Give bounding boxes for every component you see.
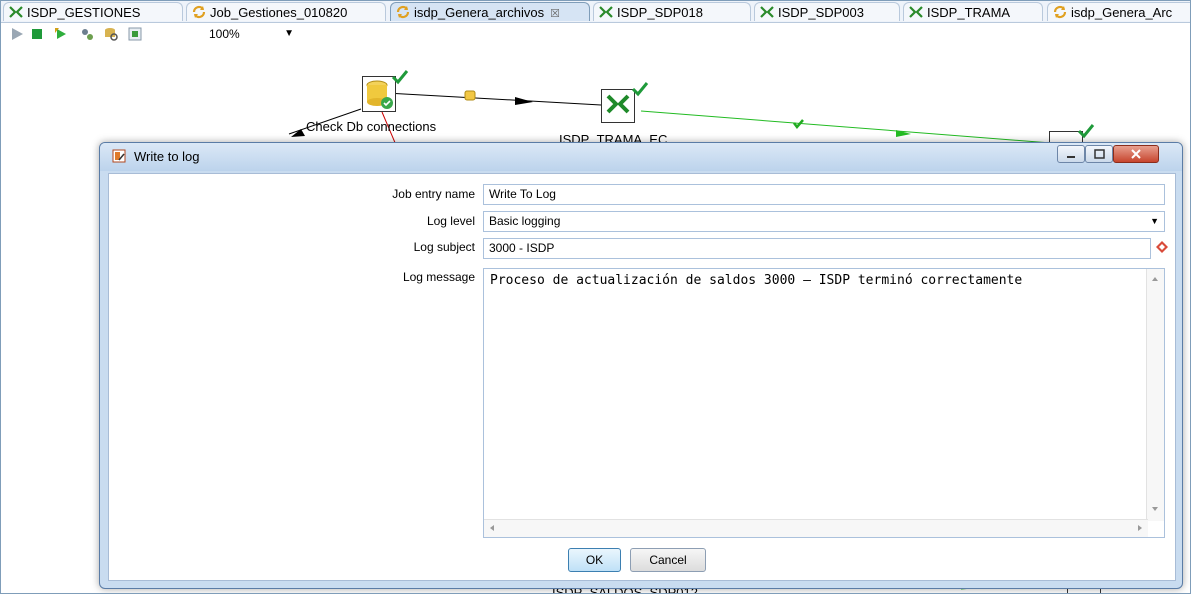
log-subject-label: Log subject [413, 240, 475, 254]
transformation-icon [760, 6, 774, 18]
tab-isdp-sdp003[interactable]: ISDP_SDP003 [754, 2, 900, 21]
log-message-text: Proceso de actualización de saldos 3000 … [490, 273, 1023, 288]
log-level-select[interactable]: Basic logging ▼ [483, 211, 1165, 232]
isdp-trama-node[interactable] [601, 89, 635, 123]
tab-label: ISDP_SDP003 [778, 5, 864, 20]
explore-db-icon[interactable] [103, 26, 119, 42]
run-icon[interactable] [9, 26, 25, 42]
log-message-label: Log message [402, 270, 475, 284]
dialog-body: Job entry name Write To Log Log level Ba… [108, 173, 1176, 581]
cancel-button[interactable]: Cancel [630, 548, 706, 572]
tab-isdp-sdp018[interactable]: ISDP_SDP018 [593, 2, 751, 21]
check-db-label: Check Db connections [306, 119, 437, 134]
log-level-label: Log level [426, 214, 475, 228]
job-entry-name-label: Job entry name [392, 187, 475, 201]
hop-unconditional[interactable] [385, 92, 602, 106]
tab-isdp-genera-arc[interactable]: isdp_Genera_Arc [1047, 2, 1190, 21]
toolbar: 100% ▼ [1, 23, 1190, 45]
tab-label: ISDP_SDP018 [617, 5, 703, 20]
tab-isdp-gestiones[interactable]: ISDP_GESTIONES [3, 2, 183, 21]
tab-bar: ISDP_GESTIONES Job_Gestiones_010820 isdp… [1, 1, 1190, 23]
replay-icon[interactable] [53, 26, 69, 42]
job-icon [1053, 5, 1067, 19]
tab-label: Job_Gestiones_010820 [210, 5, 348, 20]
hop-ok[interactable] [640, 110, 1052, 144]
lock-icon [464, 90, 476, 101]
write-to-log-dialog: Write to log Job entry name Write To Log… [99, 142, 1183, 589]
transformation-icon [909, 6, 923, 18]
close-icon [1131, 149, 1141, 159]
tab-isdp-genera-archivos[interactable]: isdp_Genera_archivos ☒ [390, 2, 590, 21]
dialog-title: Write to log [134, 149, 200, 164]
success-check-icon [1077, 124, 1095, 139]
close-tab-icon[interactable]: ☒ [550, 8, 560, 20]
chevron-down-icon: ▼ [1150, 216, 1159, 226]
vertical-scrollbar[interactable] [1146, 269, 1164, 521]
scroll-arrows-icon [1152, 277, 1158, 511]
write-to-log-icon [112, 149, 126, 163]
zoom-select[interactable]: 100% ▼ [204, 25, 298, 43]
zoom-value: 100% [209, 27, 240, 41]
tab-label: isdp_Genera_Arc [1071, 5, 1173, 20]
align-icon[interactable] [127, 26, 143, 42]
log-subject-field[interactable]: 3000 - ISDP [483, 238, 1151, 259]
success-check-icon [631, 82, 649, 97]
log-level-value: Basic logging [489, 214, 561, 228]
ok-button[interactable]: OK [568, 548, 621, 572]
tab-job-gestiones[interactable]: Job_Gestiones_010820 [186, 2, 386, 21]
scroll-arrows-icon [490, 525, 1142, 531]
horizontal-scrollbar[interactable] [484, 519, 1148, 537]
chevron-down-icon: ▼ [284, 28, 294, 39]
variable-diamond-icon[interactable] [1155, 240, 1169, 254]
tab-label: ISDP_TRAMA [927, 5, 1011, 20]
maximize-icon [1094, 149, 1105, 159]
transformation-icon [599, 6, 613, 18]
transformation-icon [606, 94, 630, 114]
job-entry-name-field[interactable]: Write To Log [483, 184, 1165, 205]
tab-isdp-trama[interactable]: ISDP_TRAMA [903, 2, 1043, 21]
check-icon[interactable] [79, 26, 95, 42]
log-message-textarea[interactable]: Proceso de actualización de saldos 3000 … [483, 268, 1165, 538]
spoon-window: ISDP_GESTIONES Job_Gestiones_010820 isdp… [0, 0, 1191, 594]
tab-label: ISDP_GESTIONES [27, 5, 141, 20]
minimize-icon [1067, 156, 1075, 158]
dialog-titlebar[interactable]: Write to log [100, 143, 1182, 171]
job-icon [396, 5, 410, 19]
transformation-icon [9, 6, 23, 18]
stop-icon[interactable] [29, 26, 45, 42]
job-icon [192, 5, 206, 19]
success-check-icon [391, 70, 409, 85]
tab-label: isdp_Genera_archivos [414, 5, 545, 20]
close-button[interactable] [1113, 145, 1159, 163]
minimize-button[interactable] [1057, 145, 1085, 163]
maximize-button[interactable] [1085, 145, 1113, 163]
